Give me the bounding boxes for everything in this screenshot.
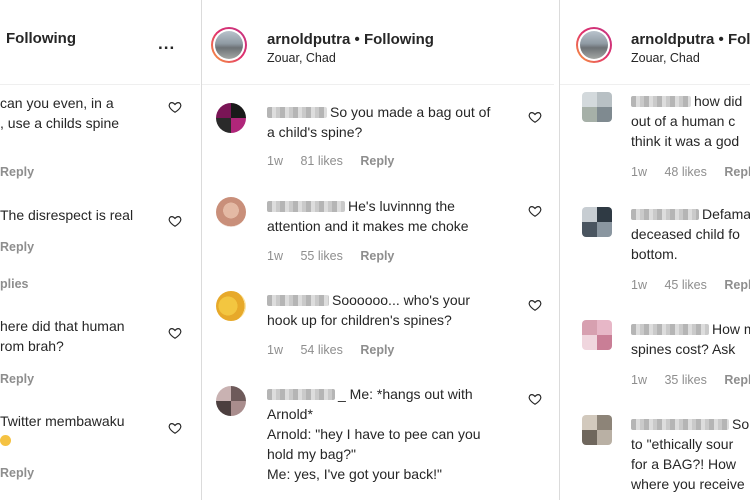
comment-meta: 1w 35 likes Reply	[631, 373, 750, 387]
comment-meta: Reply	[0, 372, 48, 386]
redacted-username	[631, 96, 691, 107]
post-header: Following ...	[0, 0, 200, 85]
comment-text: The disrespect is real	[0, 207, 134, 223]
comment-time: 1w	[631, 165, 647, 179]
commenter-avatar[interactable]	[582, 320, 612, 350]
commenter-avatar[interactable]	[582, 92, 612, 122]
following-label[interactable]: Following	[6, 30, 76, 47]
like-heart-icon[interactable]	[168, 214, 182, 228]
like-heart-icon[interactable]	[528, 298, 542, 312]
comment-time: 1w	[267, 154, 283, 168]
comment-time: 1w	[267, 343, 283, 357]
redacted-username	[631, 209, 699, 220]
comment-meta: 1w 81 likes Reply	[267, 154, 408, 168]
comment-time: 1w	[267, 249, 283, 263]
comment-meta: 1w 48 likes Reply	[631, 165, 750, 179]
comment-text: So to "ethically sour for a BAG?! How wh…	[631, 416, 750, 492]
reply-button[interactable]: Reply	[0, 372, 34, 386]
comment-text: _ Me: *hangs out with Arnold* Arnold: "h…	[267, 386, 481, 482]
username-link[interactable]: arnoldputra	[267, 31, 350, 48]
comment-meta: Reply	[0, 466, 48, 480]
comment-text: Soooooo... who's your hook up for childr…	[267, 292, 471, 328]
view-replies-link[interactable]: plies	[0, 277, 43, 291]
reply-button[interactable]: Reply	[724, 165, 750, 179]
like-heart-icon[interactable]	[168, 326, 182, 340]
more-options-icon[interactable]: ...	[158, 34, 175, 54]
profile-avatar[interactable]	[211, 27, 247, 63]
username-line: arnoldputra • Following	[631, 31, 750, 48]
redacted-username	[267, 295, 329, 306]
location-link[interactable]: Zouar, Chad	[267, 51, 336, 65]
reply-button[interactable]: Reply	[724, 278, 750, 292]
reply-button[interactable]: Reply	[0, 240, 34, 254]
comment-text: can you even, in a , use a childs spine	[0, 95, 120, 131]
commenter-avatar[interactable]	[582, 207, 612, 237]
following-button[interactable]: Following	[364, 31, 434, 48]
comment-text: How m spines cost? Ask	[631, 321, 750, 357]
likes-count[interactable]: 55 likes	[300, 249, 342, 263]
comment-meta: Reply	[0, 240, 48, 254]
like-heart-icon[interactable]	[528, 110, 542, 124]
reply-button[interactable]: Reply	[360, 249, 394, 263]
like-heart-icon[interactable]	[168, 100, 182, 114]
like-heart-icon[interactable]	[528, 392, 542, 406]
middle-panel: arnoldputra • Following Zouar, Chad So y…	[202, 0, 554, 500]
comment-meta: 1w 45 likes Reply	[631, 278, 750, 292]
likes-count[interactable]: 45 likes	[664, 278, 706, 292]
comment-text: Defamat deceased child fo bottom.	[631, 206, 750, 262]
following-button[interactable]: Following	[728, 31, 750, 48]
comment-time: 1w	[631, 278, 647, 292]
redacted-username	[267, 389, 335, 400]
commenter-avatar[interactable]	[216, 197, 246, 227]
profile-avatar[interactable]	[576, 27, 612, 63]
reply-button[interactable]: Reply	[724, 373, 750, 387]
comment-text: He's luvinnng the attention and it makes…	[267, 198, 469, 234]
redacted-username	[267, 201, 345, 212]
right-panel: arnoldputra • Following Zouar, Chad how …	[560, 0, 750, 500]
redacted-username	[631, 419, 729, 430]
comment-time: 1w	[631, 373, 647, 387]
commenter-avatar[interactable]	[216, 103, 246, 133]
reply-button[interactable]: Reply	[360, 343, 394, 357]
location-link[interactable]: Zouar, Chad	[631, 51, 700, 65]
likes-count[interactable]: 35 likes	[664, 373, 706, 387]
likes-count[interactable]: 48 likes	[664, 165, 706, 179]
like-heart-icon[interactable]	[168, 421, 182, 435]
comment-meta: 1w 55 likes Reply	[267, 249, 408, 263]
like-heart-icon[interactable]	[528, 204, 542, 218]
post-header: arnoldputra • Following Zouar, Chad	[202, 0, 554, 85]
emoji-icon	[0, 431, 124, 451]
likes-count[interactable]: 54 likes	[300, 343, 342, 357]
likes-count[interactable]: 81 likes	[300, 154, 342, 168]
username-link[interactable]: arnoldputra	[631, 31, 714, 48]
post-header: arnoldputra • Following Zouar, Chad	[560, 0, 750, 85]
comment-text: here did that human rom brah?	[0, 318, 125, 354]
commenter-avatar[interactable]	[216, 291, 246, 321]
reply-button[interactable]: Reply	[0, 165, 34, 179]
reply-button[interactable]: Reply	[360, 154, 394, 168]
commenter-avatar[interactable]	[216, 386, 246, 416]
reply-button[interactable]: Reply	[0, 466, 34, 480]
comment-text: how did out of a human c think it was a …	[631, 93, 743, 149]
commenter-avatar[interactable]	[582, 415, 612, 445]
redacted-username	[267, 107, 327, 118]
comment-meta: 1w 54 likes Reply	[267, 343, 408, 357]
comment-meta: Reply	[0, 165, 48, 179]
username-line: arnoldputra • Following	[267, 31, 434, 48]
comment-text: So you made a bag out of a child's spine…	[267, 104, 491, 140]
left-panel: Following ... can you even, in a , use a…	[0, 0, 200, 500]
comment-text: Twitter membawaku	[0, 411, 124, 451]
redacted-username	[631, 324, 709, 335]
